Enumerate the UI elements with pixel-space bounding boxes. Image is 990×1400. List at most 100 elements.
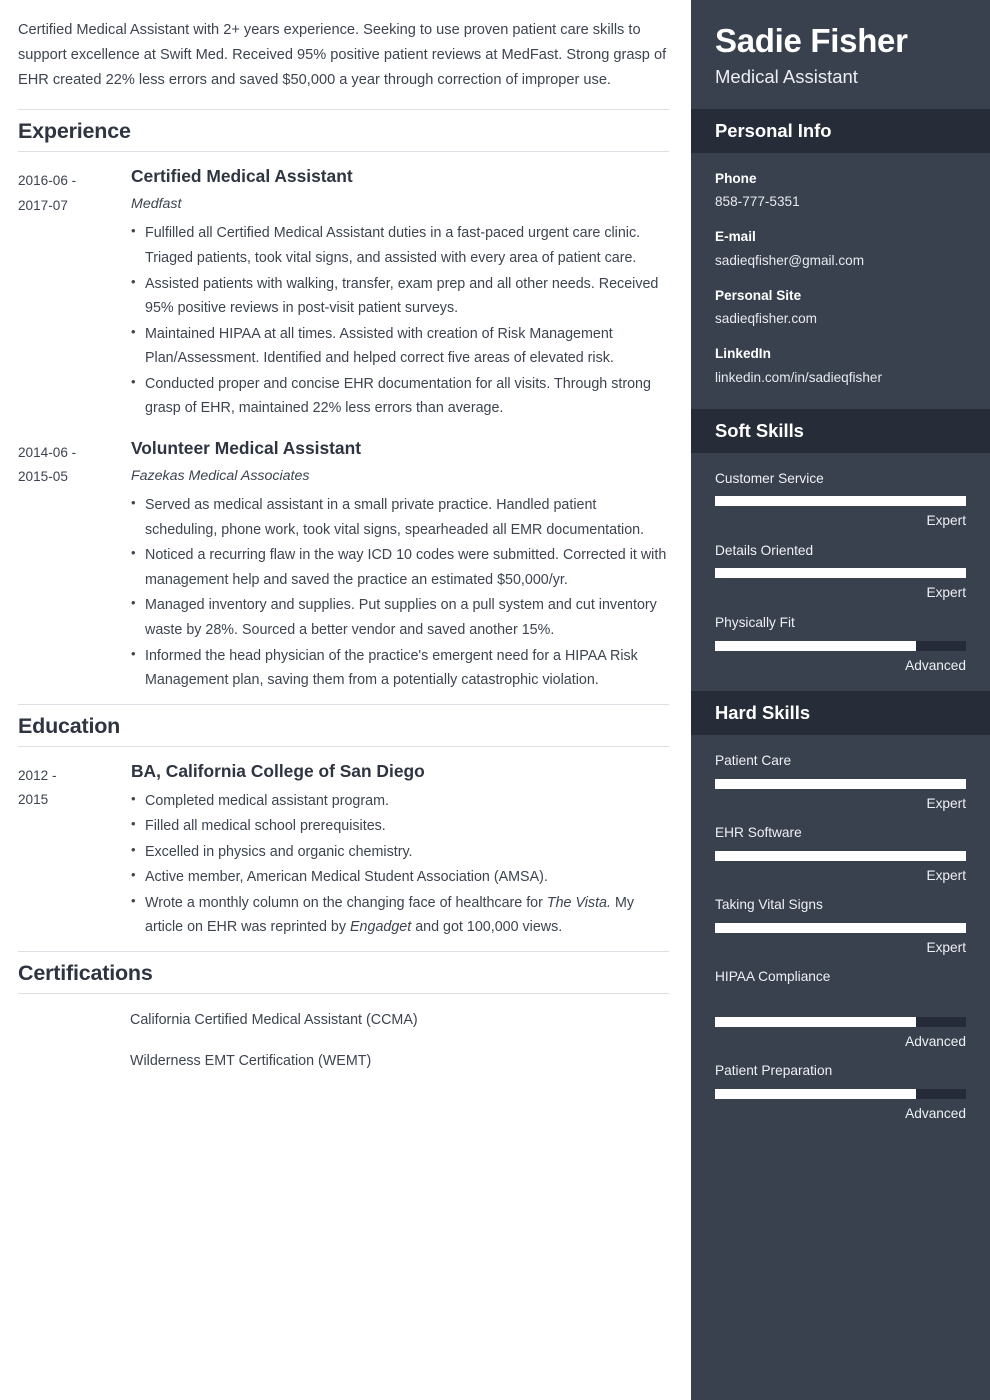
skill-label: Patient Care bbox=[715, 753, 792, 769]
education-heading: Education bbox=[18, 713, 121, 738]
contact-value[interactable]: 858-777-5351 bbox=[715, 191, 966, 212]
skill-bar-track bbox=[715, 496, 966, 507]
soft-skills-body: Customer Service Expert Details Oriented… bbox=[691, 453, 990, 691]
list-item: Assisted patients with walking, transfer… bbox=[131, 271, 669, 321]
entry-body: BA, California College of San Diego Comp… bbox=[130, 761, 669, 941]
list-item: Filled all medical school prerequisites. bbox=[131, 813, 669, 839]
skill-level-label: Expert bbox=[926, 795, 966, 811]
entry-job-title: Certified Medical Assistant bbox=[131, 166, 353, 187]
skill-bar-fill bbox=[715, 1089, 916, 1099]
experience-entry: 2016-06 - 2017-07 Certified Medical Assi… bbox=[18, 166, 669, 422]
list-item: Maintained HIPAA at all times. Assisted … bbox=[131, 321, 669, 371]
entry-date-range: 2016-06 - 2017-07 bbox=[18, 166, 130, 217]
entry-bullet-list: Fulfilled all Certified Medical Assistan… bbox=[131, 220, 669, 421]
certifications-heading-block: Certifications bbox=[18, 951, 669, 995]
personal-info-body: Phone 858-777-5351 E-mail sadieqfisher@g… bbox=[691, 153, 990, 409]
entry-date-start: 2016-06 - bbox=[18, 173, 77, 189]
entry-date-start: 2012 - bbox=[18, 767, 57, 783]
skill-row: EHR Software Expert bbox=[715, 823, 966, 886]
list-item: Served as medical assistant in a small p… bbox=[131, 492, 669, 542]
contact-label: LinkedIn bbox=[715, 346, 771, 362]
list-item: Noticed a recurring flaw in the way ICD … bbox=[131, 542, 669, 592]
skill-label: Details Oriented bbox=[715, 542, 814, 558]
contact-label: Phone bbox=[715, 170, 757, 186]
entry-body: Certified Medical Assistant Medfast Fulf… bbox=[130, 166, 669, 422]
skill-level-label: Expert bbox=[926, 585, 966, 601]
skill-bar-track bbox=[715, 1089, 966, 1099]
skill-row: Customer Service Expert bbox=[715, 469, 966, 532]
hard-skills-heading: Hard Skills bbox=[715, 702, 811, 724]
experience-entries: 2016-06 - 2017-07 Certified Medical Assi… bbox=[18, 166, 669, 693]
skill-label: Customer Service bbox=[715, 470, 824, 486]
skill-bar-fill bbox=[715, 640, 916, 651]
entry-degree-title: BA, California College of San Diego bbox=[131, 760, 425, 781]
entry-employer: Fazekas Medical Associates bbox=[131, 467, 310, 484]
entry-employer: Medfast bbox=[131, 196, 182, 213]
entry-body: Volunteer Medical Assistant Fazekas Medi… bbox=[130, 438, 669, 694]
skill-row: Physically Fit Advanced bbox=[715, 613, 966, 676]
personal-info-band: Personal Info bbox=[691, 108, 990, 153]
skill-bar-fill bbox=[715, 850, 966, 861]
personal-info-heading: Personal Info bbox=[715, 119, 832, 141]
resume-page: Certified Medical Assistant with 2+ year… bbox=[0, 0, 990, 1400]
contact-label: Personal Site bbox=[715, 287, 802, 303]
experience-heading-block: Experience bbox=[18, 109, 669, 153]
entry-job-title: Volunteer Medical Assistant bbox=[131, 438, 362, 459]
skill-row: HIPAA Compliance Advanced bbox=[715, 967, 966, 1052]
list-item: Managed inventory and supplies. Put supp… bbox=[131, 592, 669, 642]
skill-label: HIPAA Compliance bbox=[715, 969, 831, 985]
contact-label: E-mail bbox=[715, 229, 756, 245]
resume-sidebar: Sadie Fisher Medical Assistant Personal … bbox=[691, 0, 990, 1400]
list-item: Fulfilled all Certified Medical Assistan… bbox=[131, 220, 669, 270]
skill-bar-fill bbox=[715, 496, 966, 507]
skill-bar-fill bbox=[715, 1016, 916, 1027]
skill-bar-track bbox=[715, 640, 966, 651]
entry-date-range: 2014-06 - 2015-05 bbox=[18, 438, 130, 489]
skill-level-label: Advanced bbox=[905, 1033, 966, 1049]
skill-row: Details Oriented Expert bbox=[715, 541, 966, 604]
skill-row: Patient Preparation Advanced bbox=[715, 1061, 966, 1124]
skill-bar-track bbox=[715, 1016, 966, 1027]
skill-bar-fill bbox=[715, 922, 966, 933]
skill-bar-track bbox=[715, 568, 966, 579]
skill-level-label: Advanced bbox=[905, 657, 966, 673]
entry-date-start: 2014-06 - bbox=[18, 445, 77, 461]
list-item-rich: Wrote a monthly column on the changing f… bbox=[131, 890, 669, 940]
entry-date-range: 2012 - 2015 bbox=[18, 761, 130, 812]
skill-label: Patient Preparation bbox=[715, 1063, 833, 1079]
soft-skills-band: Soft Skills bbox=[691, 408, 990, 453]
entry-date-end: 2015-05 bbox=[18, 469, 68, 485]
list-item: Excelled in physics and organic chemistr… bbox=[131, 839, 669, 865]
contact-value[interactable]: sadieqfisher@gmail.com bbox=[715, 250, 966, 271]
list-item: Active member, American Medical Student … bbox=[131, 864, 669, 890]
education-entry: 2012 - 2015 BA, California College of Sa… bbox=[18, 761, 669, 941]
skill-label: EHR Software bbox=[715, 825, 802, 841]
bullet-italic-engadget: Engadget bbox=[350, 919, 412, 936]
contact-value[interactable]: linkedin.com/in/sadieqfisher bbox=[715, 367, 966, 388]
contact-item-linkedin: LinkedIn linkedin.com/in/sadieqfisher bbox=[715, 344, 966, 387]
list-item: Informed the head physician of the pract… bbox=[131, 643, 669, 693]
resume-main-column: Certified Medical Assistant with 2+ year… bbox=[0, 0, 691, 1400]
bullet-text-part3: and got 100,000 views. bbox=[411, 919, 563, 936]
skill-level-label: Advanced bbox=[905, 1106, 966, 1121]
skill-bar-fill bbox=[715, 568, 966, 579]
experience-heading: Experience bbox=[18, 119, 131, 144]
skill-row: Patient Care Expert bbox=[715, 751, 966, 814]
list-item: California Certified Medical Assistant (… bbox=[130, 1012, 418, 1029]
list-item: Conducted proper and concise EHR documen… bbox=[131, 371, 669, 421]
section-certifications: Certifications California Certified Medi… bbox=[18, 951, 669, 1073]
skill-level-label: Expert bbox=[926, 513, 966, 529]
contact-item-personal-site: Personal Site sadieqfisher.com bbox=[715, 286, 966, 329]
contact-value[interactable]: sadieqfisher.com bbox=[715, 308, 966, 329]
certifications-heading: Certifications bbox=[18, 961, 153, 985]
section-experience: Experience 2016-06 - 2017-07 Certified M… bbox=[18, 109, 669, 693]
candidate-name: Sadie Fisher bbox=[715, 22, 908, 59]
hard-skills-body: Patient Care Expert EHR Software Expert … bbox=[691, 735, 990, 1139]
entry-date-end: 2015 bbox=[18, 791, 49, 807]
soft-skills-heading: Soft Skills bbox=[715, 419, 804, 441]
candidate-role: Medical Assistant bbox=[715, 65, 858, 87]
skill-bar-track bbox=[715, 922, 966, 933]
education-heading-block: Education bbox=[18, 703, 669, 747]
bullet-italic-vista: The Vista. bbox=[546, 894, 611, 911]
sidebar-header: Sadie Fisher Medical Assistant bbox=[691, 0, 990, 109]
